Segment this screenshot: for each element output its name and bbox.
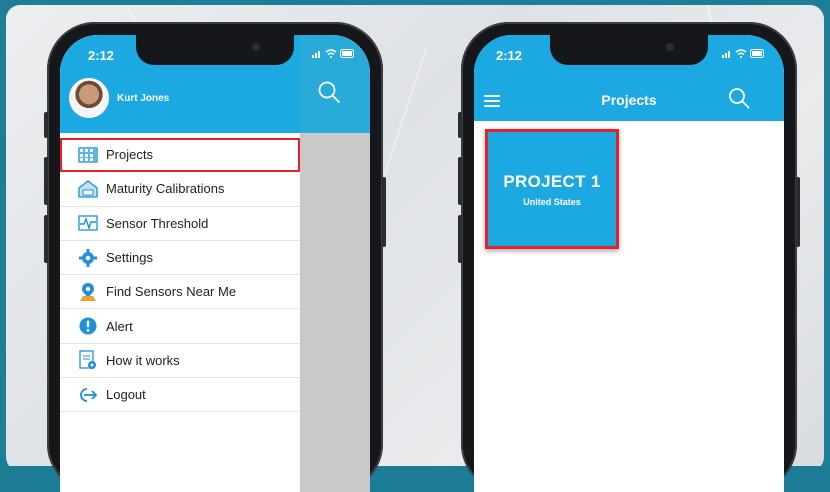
gear-icon	[78, 248, 98, 268]
menu-item-alert[interactable]: Alert	[60, 309, 300, 344]
drawer-scrim[interactable]	[300, 35, 370, 492]
search-icon[interactable]	[727, 86, 751, 110]
menu-item-logout[interactable]: Logout	[60, 378, 300, 413]
notch	[136, 35, 294, 65]
status-time: 2:12	[496, 48, 523, 63]
avatar[interactable]	[69, 78, 109, 118]
battery-icon	[750, 49, 764, 58]
wifi-icon	[325, 49, 337, 58]
menu-item-settings[interactable]: Settings	[60, 241, 300, 276]
menu-item-label: Find Sensors Near Me	[106, 284, 237, 300]
alert-icon	[78, 316, 98, 336]
left-screen: Kurt Jones Projects Maturity Calibration…	[60, 35, 370, 492]
menu-item-label: Settings	[106, 250, 153, 266]
search-icon[interactable]	[316, 79, 342, 105]
drawer-menu: Projects Maturity Calibrations Sensor Th…	[60, 138, 300, 413]
phone-left: Kurt Jones Projects Maturity Calibration…	[44, 22, 386, 492]
status-time: 2:12	[88, 48, 115, 63]
status-indicators	[722, 49, 766, 58]
project-card[interactable]: PROJECT 1 United States	[485, 129, 619, 249]
signal-icon	[312, 51, 320, 58]
menu-item-label: Maturity Calibrations	[106, 181, 225, 197]
battery-icon	[340, 49, 354, 58]
menu-item-label: Logout	[106, 387, 146, 403]
logout-icon	[78, 385, 98, 405]
how-it-works-icon	[78, 350, 98, 370]
menu-item-label: Alert	[106, 318, 133, 334]
navigation-drawer: Kurt Jones Projects Maturity Calibration…	[60, 35, 300, 492]
menu-item-maturity-calibrations[interactable]: Maturity Calibrations	[60, 172, 300, 207]
status-indicators	[312, 49, 356, 58]
signal-icon	[722, 51, 730, 58]
menu-item-label: How it works	[106, 352, 180, 368]
location-pin-icon	[78, 282, 98, 302]
wifi-icon	[735, 49, 747, 58]
projects-grid-icon	[78, 145, 98, 165]
right-screen: Projects PROJECT 1 United States 2:12	[474, 35, 784, 492]
menu-item-label: Projects	[106, 147, 153, 163]
project-name: PROJECT 1	[503, 171, 601, 191]
sensor-threshold-icon	[78, 213, 98, 233]
menu-item-projects[interactable]: Projects	[60, 138, 300, 173]
menu-item-find-sensors[interactable]: Find Sensors Near Me	[60, 275, 300, 310]
notch	[550, 35, 708, 65]
user-name: Kurt Jones	[117, 93, 170, 104]
menu-item-label: Sensor Threshold	[106, 215, 209, 231]
menu-item-sensor-threshold[interactable]: Sensor Threshold	[60, 207, 300, 241]
maturity-calibrations-icon	[78, 179, 98, 199]
project-country: United States	[523, 196, 581, 207]
phone-right: Projects PROJECT 1 United States 2:12	[458, 22, 800, 492]
menu-item-how-it-works[interactable]: How it works	[60, 344, 300, 379]
